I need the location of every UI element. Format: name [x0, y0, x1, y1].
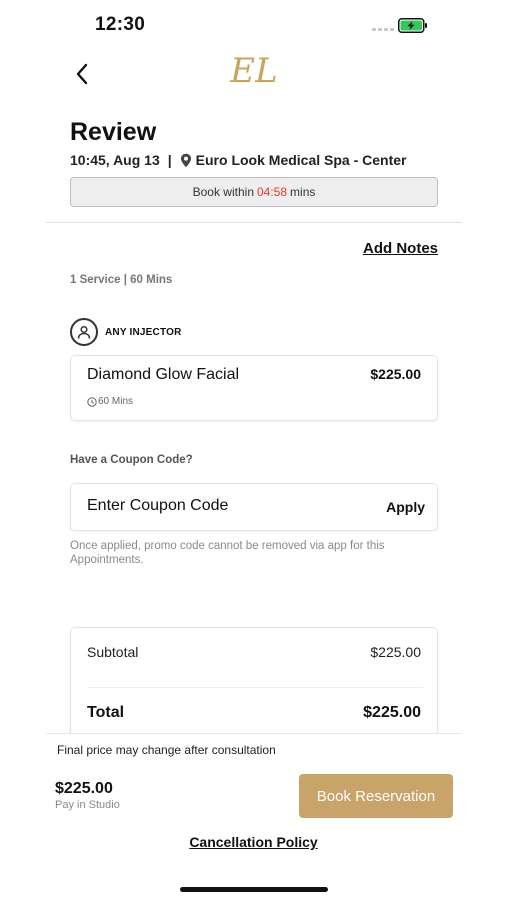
signal-icon	[372, 28, 394, 31]
chevron-left-icon	[76, 63, 88, 85]
footer-price: $225.00	[55, 780, 113, 797]
booking-timer: Book within 04:58 mins	[70, 177, 438, 207]
injector-label: ANY INJECTOR	[105, 326, 182, 338]
total-value: $225.00	[363, 704, 421, 721]
totals-card: Subtotal $225.00 Total $225.00	[70, 627, 438, 747]
user-icon	[70, 318, 98, 346]
service-price: $225.00	[370, 366, 421, 382]
status-bar: 12:30	[0, 0, 507, 50]
logo-text: EL	[229, 51, 277, 91]
footer-divider	[46, 733, 462, 734]
home-indicator[interactable]	[180, 887, 328, 892]
apply-coupon-button[interactable]: Apply	[386, 499, 425, 515]
subtotal-label: Subtotal	[87, 644, 139, 660]
cancellation-policy-link[interactable]: Cancellation Policy	[189, 834, 317, 850]
book-reservation-button[interactable]: Book Reservation	[299, 774, 453, 818]
pay-note: Pay in Studio	[55, 799, 120, 811]
injector-selector[interactable]: ANY INJECTOR	[70, 318, 182, 346]
location-pin-icon	[180, 153, 191, 167]
subtotal-value: $225.00	[370, 644, 421, 660]
cancellation-policy: Cancellation Policy	[0, 834, 507, 850]
add-notes-link[interactable]: Add Notes	[363, 240, 438, 257]
final-price-note: Final price may change after consultatio…	[57, 743, 276, 757]
coupon-input[interactable]	[87, 497, 337, 515]
duration-text: 60 Mins	[98, 396, 134, 407]
service-duration: 60 Mins	[87, 396, 133, 407]
clock-icon	[87, 396, 97, 407]
timer-countdown: 04:58	[257, 185, 288, 199]
coupon-label: Have a Coupon Code?	[70, 454, 193, 466]
battery-charging-icon	[398, 18, 427, 33]
checkout-footer: Final price may change after consultatio…	[0, 733, 507, 900]
info-separator: |	[167, 152, 172, 168]
coupon-field: Apply	[70, 483, 438, 531]
timer-suffix: mins	[290, 185, 316, 199]
total-label: Total	[87, 704, 125, 721]
location-name: Euro Look Medical Spa - Center	[195, 152, 407, 168]
timer-prefix: Book within	[192, 185, 254, 199]
totals-divider	[87, 687, 423, 688]
page-title: Review	[70, 118, 157, 146]
service-summary: 1 Service | 60 Mins	[70, 274, 173, 286]
booking-time: 10:45, Aug 13	[70, 152, 160, 168]
coupon-note: Once applied, promo code cannot be remov…	[70, 540, 385, 566]
service-name: Diamond Glow Facial	[87, 366, 240, 383]
service-card: Diamond Glow Facial $225.00 60 Mins	[70, 355, 438, 421]
booking-info: 10:45, Aug 13 | Euro Look Medical Spa - …	[70, 152, 407, 168]
header-divider	[46, 222, 462, 223]
back-button[interactable]	[70, 60, 94, 88]
status-time: 12:30	[95, 14, 146, 35]
brand-logo: EL	[229, 51, 277, 91]
